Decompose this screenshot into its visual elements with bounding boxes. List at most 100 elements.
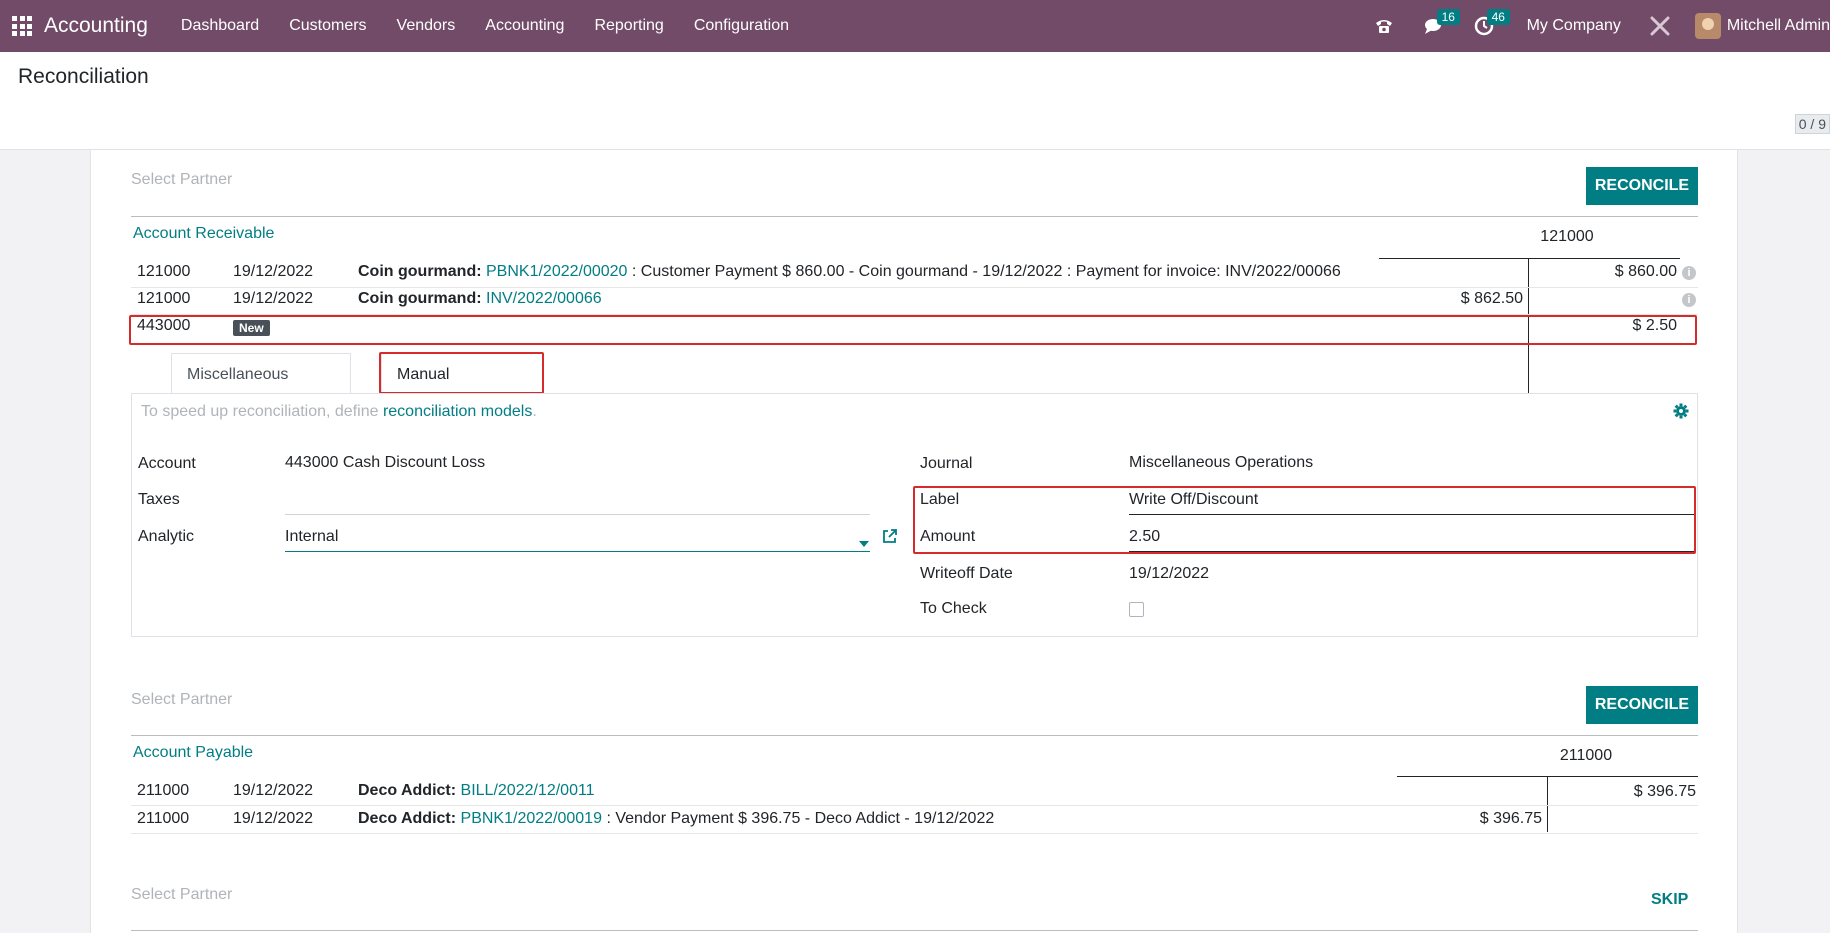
new-badge: New (233, 320, 270, 336)
row-divider (131, 805, 1698, 806)
divider (131, 930, 1698, 931)
reconciliation-models-link[interactable]: reconciliation models (383, 403, 532, 420)
writeoff-date-field[interactable]: 19/12/2022 (1129, 565, 1209, 583)
messages-count-badge: 16 (1436, 9, 1460, 25)
line-credit: $ 396.75 (1633, 783, 1696, 800)
line-date: 19/12/2022 (233, 810, 314, 827)
select-partner-input[interactable]: Select Partner (131, 691, 232, 709)
writeoff-date-label: Writeoff Date (920, 565, 1013, 582)
to-check-label: To Check (920, 600, 987, 617)
pager[interactable]: 0 / 9 (1794, 114, 1830, 134)
journal-field[interactable]: Miscellaneous Operations (1129, 454, 1313, 472)
account-code-header: 121000 (1540, 228, 1594, 245)
analytic-field[interactable]: Internal (285, 528, 870, 546)
menu-reporting[interactable]: Reporting (579, 0, 678, 52)
taxes-label: Taxes (138, 491, 180, 508)
line-debit: $ 862.50 (1460, 290, 1523, 307)
menu-dashboard[interactable]: Dashboard (166, 0, 274, 52)
line-account[interactable]: 443000 (137, 317, 190, 335)
account-title[interactable]: Account Receivable (133, 225, 274, 243)
navbar-systray: 16 46 My Company Mitchell Admin (1359, 0, 1830, 52)
line-reference-link[interactable]: PBNK1/2022/00020 (486, 263, 627, 280)
to-check-checkbox[interactable] (1129, 602, 1144, 617)
reconcile-button[interactable]: RECONCILE (1586, 167, 1698, 205)
reconciliation-hint: To speed up reconciliation, define recon… (141, 403, 537, 420)
line-date: 19/12/2022 (233, 782, 314, 799)
amount-field[interactable]: 2.50 (1129, 528, 1160, 546)
taxes-underline (285, 514, 870, 515)
info-icon[interactable]: i (1682, 293, 1696, 307)
highlight-new-line (129, 315, 1697, 345)
line-date: 19/12/2022 (233, 263, 314, 280)
line-credit: $ 2.50 (1632, 317, 1677, 334)
line-reference-link[interactable]: BILL/2022/12/0011 (461, 782, 595, 799)
row-divider (131, 833, 1698, 834)
line-label: Coin gourmand: INV/2022/00066 (358, 290, 602, 307)
account-field[interactable]: 443000 Cash Discount Loss (285, 454, 485, 472)
tab-miscellaneous-matching[interactable]: Miscellaneous Matching (171, 353, 351, 425)
chat-icon[interactable]: 16 (1419, 9, 1460, 41)
user-menu[interactable]: Mitchell Admin (1694, 13, 1830, 39)
account-title[interactable]: Account Payable (133, 744, 253, 762)
line-reference-link[interactable]: PBNK1/2022/00019 (461, 810, 602, 827)
line-partner: Deco Addict (358, 810, 451, 827)
line-partner: Coin gourmand (358, 263, 477, 280)
activities-count-badge: 46 (1486, 9, 1510, 25)
caret-down-icon[interactable] (859, 534, 869, 552)
debug-tools-icon[interactable] (1645, 11, 1675, 41)
line-partner: Deco Addict (358, 782, 451, 799)
debit-credit-separator (1547, 776, 1548, 832)
control-panel: Reconciliation 0 / 9 (0, 52, 1830, 150)
gear-icon[interactable] (1673, 403, 1689, 424)
menu-configuration[interactable]: Configuration (679, 0, 804, 52)
skip-button[interactable]: SKIP (1651, 891, 1688, 909)
line-description: : Vendor Payment $ 396.75 - Deco Addict … (606, 810, 995, 827)
highlight-manual-operations (379, 352, 544, 394)
account-label: Account (138, 455, 196, 472)
line-label: Coin gourmand: PBNK1/2022/00020 : Custom… (358, 263, 1341, 280)
menu-accounting[interactable]: Accounting (470, 0, 579, 52)
label-label: Label (920, 491, 960, 508)
external-link-icon[interactable] (882, 528, 898, 549)
line-account: 121000 (137, 290, 191, 307)
label-underline (1129, 514, 1694, 515)
header-underline (1379, 258, 1680, 259)
activity-clock-icon[interactable]: 46 (1469, 9, 1510, 41)
company-switcher[interactable]: My Company (1527, 17, 1621, 35)
main-menu: Dashboard Customers Vendors Accounting R… (166, 0, 804, 52)
page-title: Reconciliation (18, 65, 149, 88)
line-credit: $ 860.00 (1614, 263, 1677, 280)
menu-customers[interactable]: Customers (274, 0, 381, 52)
reconcile-button[interactable]: RECONCILE (1586, 686, 1698, 724)
app-brand[interactable]: Accounting (44, 14, 148, 38)
line-description: : Customer Payment $ 860.00 - Coin gourm… (631, 263, 1341, 280)
line-label: Deco Addict: PBNK1/2022/00019 : Vendor P… (358, 810, 995, 827)
highlight-label-amount (913, 486, 1696, 554)
line-account: 121000 (137, 263, 191, 280)
divider (131, 216, 1698, 217)
line-account: 211000 (137, 782, 190, 799)
divider (131, 735, 1698, 736)
info-icon[interactable]: i (1682, 266, 1696, 280)
journal-label: Journal (920, 455, 973, 472)
new-badge-wrap: New (233, 319, 270, 337)
account-code-header: 211000 (1559, 747, 1613, 764)
select-partner-input[interactable]: Select Partner (131, 886, 232, 904)
label-field[interactable]: Write Off/Discount (1129, 491, 1258, 509)
phone-icon[interactable] (1369, 11, 1399, 41)
amount-underline (1129, 551, 1694, 552)
user-avatar (1694, 13, 1721, 39)
select-partner-input[interactable]: Select Partner (131, 171, 232, 189)
amount-label: Amount (920, 528, 976, 545)
analytic-label: Analytic (138, 528, 195, 545)
line-partner: Coin gourmand (358, 290, 477, 307)
line-debit: $ 396.75 (1479, 810, 1542, 827)
taxes-field[interactable] (285, 490, 870, 512)
apps-menu-icon[interactable] (12, 16, 32, 36)
top-navbar: Accounting Dashboard Customers Vendors A… (0, 0, 1830, 52)
menu-vendors[interactable]: Vendors (382, 0, 471, 52)
line-label: Deco Addict: BILL/2022/12/0011 (358, 782, 595, 799)
user-name: Mitchell Admin (1726, 17, 1830, 34)
line-reference-link[interactable]: INV/2022/00066 (486, 290, 602, 307)
reconciliation-sheet: Select Partner RECONCILE Account Receiva… (90, 150, 1738, 933)
